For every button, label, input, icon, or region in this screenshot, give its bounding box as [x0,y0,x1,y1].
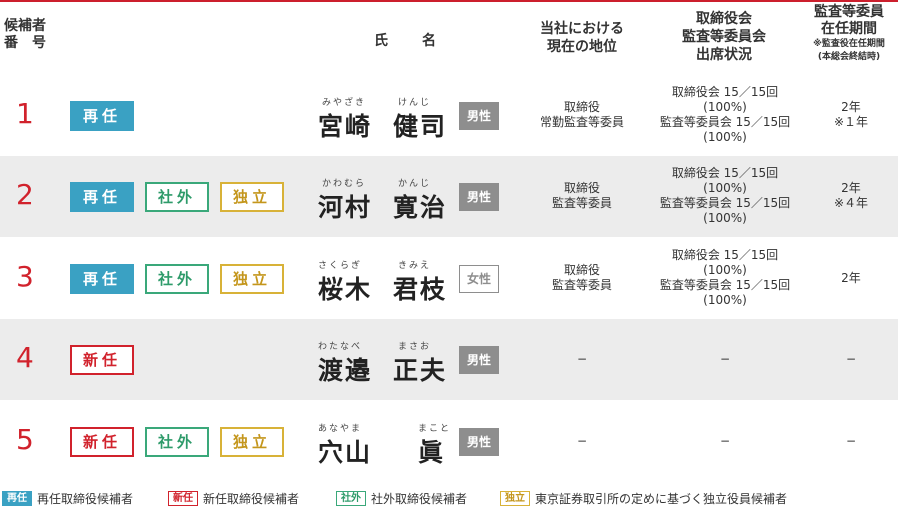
independent-tag: 独立 [220,427,284,457]
given-name: 眞 [418,438,446,467]
new-tag: 新任 [168,491,198,506]
independent-tag: 独立 [220,182,284,212]
attendance: 取締役会 15／15回 (100%) 監査等委員会 15／15回 (100%) [659,85,791,144]
term-of-office: 2年 ※４年 [833,181,869,210]
sex-badge: 男性 [459,428,499,456]
legend-item-independent: 独立 東京証券取引所の定めに基づく独立役員候補者 [500,490,787,506]
legend-item-reappoint: 再任 再任取締役候補者 [2,490,133,506]
attendance: 取締役会 15／15回 (100%) 監査等委員会 15／15回 (100%) [659,166,791,225]
reappoint-tag: 再任 [2,491,32,506]
family-name: 河村 [318,193,373,222]
outside-tag: 社外 [336,491,366,506]
new-tag: 新任 [70,345,134,375]
candidate-number: 5 [16,423,34,456]
family-name: 穴山 [318,438,373,467]
given-name: 正夫 [393,356,448,385]
attendance: − [719,352,731,366]
header-term: 監査等委員 在任期間 ※監査役在任期間 (本総会終結時) [800,4,898,64]
outside-tag: 社外 [145,427,209,457]
candidate-number: 3 [16,260,34,293]
term-of-office: 2年 [841,271,861,285]
family-name: 渡邉 [318,356,373,385]
candidate-row-1: 1 再任 みやざき けんじ 宮崎 健司 男性 取締役 常勤監査等委員 取締役会 1… [0,75,898,156]
outside-tag: 社外 [145,264,209,294]
outside-tag: 社外 [145,182,209,212]
term-note: ※監査役在任期間 (本総会終結時) [813,39,885,62]
family-name: 宮崎 [318,112,373,141]
header-attendance: 取締役会 監査等委員会 出席状況 [682,11,766,63]
given-name: 寛治 [393,193,448,222]
attendance: 取締役会 15／15回 (100%) 監査等委員会 15／15回 (100%) [659,248,791,307]
candidate-number: 1 [16,97,34,130]
tag-legend: 再任 再任取締役候補者 新任 新任取締役候補者 社外 社外取締役候補者 独立 東京証券取… [0,488,898,508]
term-of-office: − [845,352,857,366]
reappoint-tag: 再任 [70,264,134,294]
candidate-row-2: 2 再任 社外 独立 かわむら かんじ 河村 寛治 男性 取締役 監査等委員 取締… [0,156,898,237]
header-name: 氏 名 [374,33,446,49]
independent-tag: 独立 [220,264,284,294]
candidate-row-4: 4 新任 わたなべ まさお 渡邉 正夫 男性 − − − [0,319,898,400]
sex-badge: 女性 [459,265,499,293]
legend-item-new: 新任 新任取締役候補者 [168,490,299,506]
given-name: 君枝 [393,275,448,304]
current-position: 取締役 監査等委員 [551,263,612,292]
independent-tag: 独立 [500,491,530,506]
candidate-table: 候補者 番 号 氏 名 当社における 現在の地位 取締役会 監査等委員会 出席状況 監… [0,0,898,508]
current-position: − [576,434,588,448]
header-number: 候補者 番 号 [4,18,46,51]
current-position: 取締役 常勤監査等委員 [539,100,624,129]
current-position: − [576,352,588,366]
candidate-row-5: 5 新任 社外 独立 あなやま まこと 穴山 眞 男性 − − − [0,401,898,482]
current-position: 取締役 監査等委員 [551,181,612,210]
sex-badge: 男性 [459,346,499,374]
table-header: 候補者 番 号 氏 名 当社における 現在の地位 取締役会 監査等委員会 出席状況 監… [0,2,898,74]
candidate-number: 2 [16,178,34,211]
reappoint-tag: 再任 [70,101,134,131]
candidate-row-3: 3 再任 社外 独立 さくらぎ きみえ 桜木 君枝 女性 取締役 監査等委員 取締… [0,238,898,319]
given-name: 健司 [393,112,448,141]
term-of-office: − [845,434,857,448]
attendance: − [719,434,731,448]
family-name: 桜木 [318,275,373,304]
term-of-office: 2年 ※１年 [833,100,869,129]
header-position: 当社における 現在の地位 [540,21,624,55]
sex-badge: 男性 [459,102,499,130]
new-tag: 新任 [70,427,134,457]
candidate-number: 4 [16,341,34,374]
legend-item-outside: 社外 社外取締役候補者 [336,490,467,506]
reappoint-tag: 再任 [70,182,134,212]
sex-badge: 男性 [459,183,499,211]
